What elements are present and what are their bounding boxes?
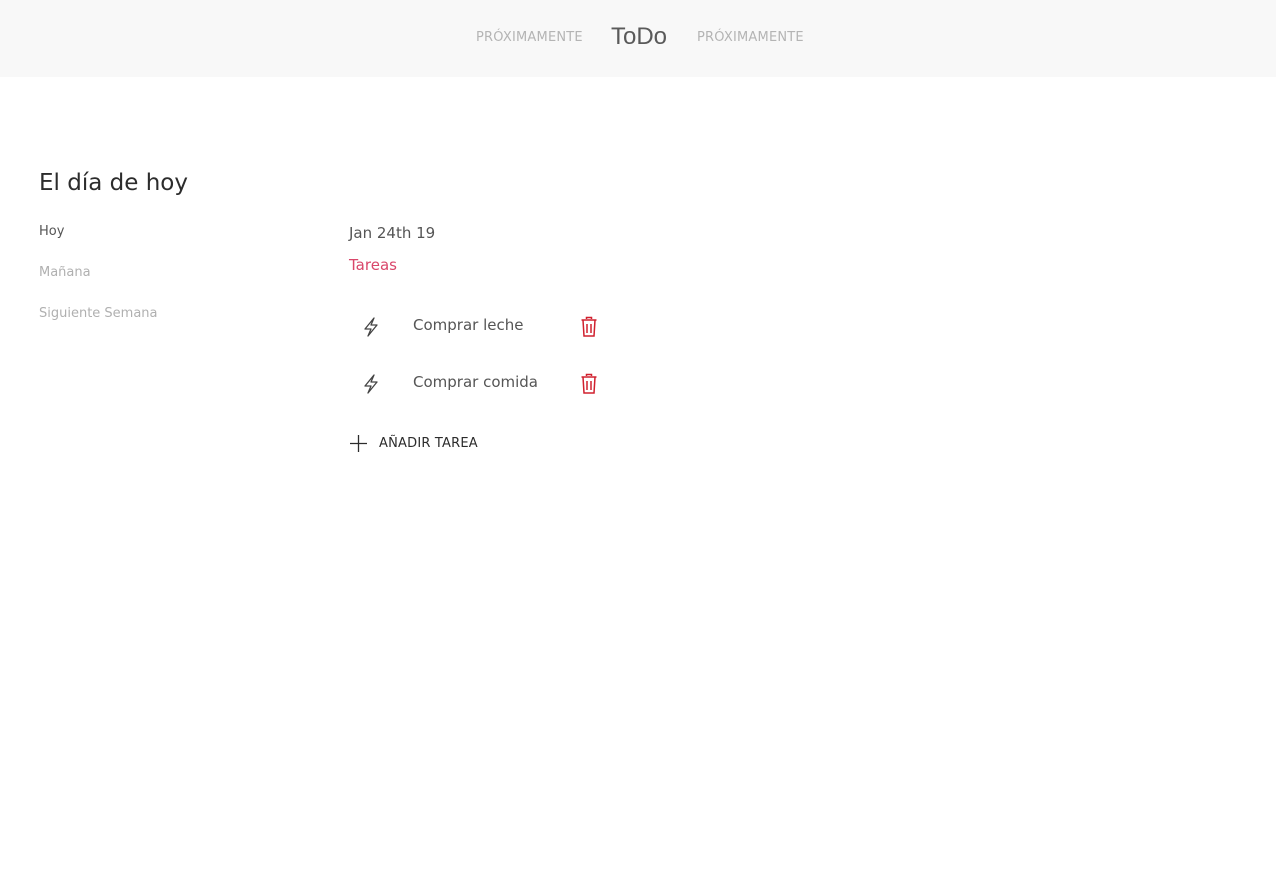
nav-link-upcoming-left[interactable]: PRÓXIMAMENTE (476, 30, 583, 45)
sidebar-item-today[interactable]: Hoy (39, 224, 64, 239)
trash-icon[interactable] (580, 373, 598, 395)
sidebar-item-tomorrow[interactable]: Mañana (39, 265, 91, 280)
task-text: Comprar leche (413, 316, 524, 334)
add-task-label: AÑADIR TAREA (379, 436, 478, 451)
task-text: Comprar comida (413, 373, 538, 391)
tasks-section-label: Tareas (349, 256, 397, 274)
trash-icon[interactable] (580, 316, 598, 338)
brand-logo[interactable]: ToDo (611, 23, 667, 51)
lightning-icon[interactable] (361, 373, 381, 395)
page-title: El día de hoy (39, 170, 188, 196)
sidebar-item-next-week[interactable]: Siguiente Semana (39, 306, 158, 321)
nav-link-upcoming-right[interactable]: PRÓXIMAMENTE (697, 30, 804, 45)
plus-icon (349, 434, 368, 453)
current-date: Jan 24th 19 (349, 224, 436, 242)
task-item: Comprar leche (349, 312, 609, 342)
task-item: Comprar comida (349, 369, 609, 399)
top-navbar: PRÓXIMAMENTE ToDo PRÓXIMAMENTE (0, 0, 1276, 77)
lightning-icon[interactable] (361, 316, 381, 338)
